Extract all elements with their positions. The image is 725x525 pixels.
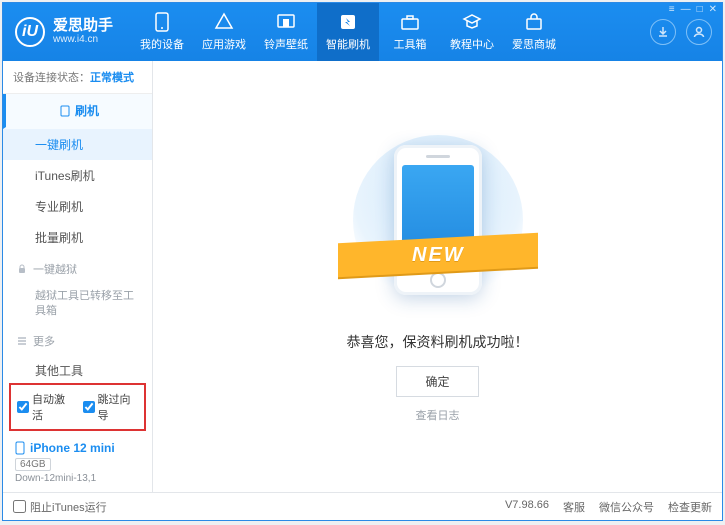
tutorial-icon xyxy=(462,12,482,32)
checkbox-block-itunes[interactable]: 阻止iTunes运行 xyxy=(13,499,107,515)
support-link[interactable]: 客服 xyxy=(563,499,585,515)
close-control[interactable]: ✕ xyxy=(709,4,717,15)
nav-store[interactable]: 爱思商城 xyxy=(503,3,565,61)
nav-my-device[interactable]: 我的设备 xyxy=(131,3,193,61)
menu-batch-flash[interactable]: 批量刷机 xyxy=(3,222,152,253)
success-message: 恭喜您，保资料刷机成功啦！ xyxy=(347,332,529,352)
nav-label: 我的设备 xyxy=(140,36,184,52)
logo-icon: iU xyxy=(15,17,45,47)
nav-label: 应用游戏 xyxy=(202,36,246,52)
app-site: www.i4.cn xyxy=(53,34,113,46)
confirm-button[interactable]: 确定 xyxy=(396,366,478,397)
phone-icon xyxy=(152,12,172,32)
nav-label: 智能刷机 xyxy=(326,36,370,52)
app-logo: iU 爱思助手 www.i4.cn xyxy=(3,17,123,47)
connection-mode: 正常模式 xyxy=(90,72,134,84)
list-icon xyxy=(17,336,27,346)
device-phone-icon xyxy=(15,441,25,455)
user-button[interactable] xyxy=(686,19,712,45)
auto-activate-input[interactable] xyxy=(17,401,29,413)
app-name: 爱思助手 xyxy=(53,18,113,34)
main-content: NEW 恭喜您，保资料刷机成功啦！ 确定 查看日志 xyxy=(153,61,722,492)
nav-label: 爱思商城 xyxy=(512,36,556,52)
wallpaper-icon xyxy=(276,12,296,32)
apps-icon xyxy=(214,12,234,32)
nav-toolbox[interactable]: 工具箱 xyxy=(379,3,441,61)
menu-group-jailbreak: 一键越狱 xyxy=(3,253,152,283)
window-controls: ≡ — □ ✕ xyxy=(669,4,717,15)
menu-group-more: 更多 xyxy=(3,325,152,355)
menu-control[interactable]: ≡ xyxy=(669,4,675,15)
check-update-link[interactable]: 检查更新 xyxy=(668,499,712,515)
checkbox-auto-activate[interactable]: 自动激活 xyxy=(17,391,73,423)
nav-flash[interactable]: 智能刷机 xyxy=(317,3,379,61)
maximize-control[interactable]: □ xyxy=(697,4,703,15)
view-log-link[interactable]: 查看日志 xyxy=(416,407,460,423)
nav-tutorial[interactable]: 教程中心 xyxy=(441,3,503,61)
nav-apps[interactable]: 应用游戏 xyxy=(193,3,255,61)
device-name: iPhone 12 mini xyxy=(30,441,115,455)
device-sub: Down-12mini-13,1 xyxy=(15,473,142,484)
minimize-control[interactable]: — xyxy=(681,4,691,15)
nav-label: 铃声壁纸 xyxy=(264,36,308,52)
main-nav: 我的设备 应用游戏 铃声壁纸 智能刷机 工具箱 教程中心 xyxy=(131,3,565,61)
nav-label: 工具箱 xyxy=(394,36,427,52)
menu-one-click-flash[interactable]: 一键刷机 xyxy=(3,129,152,160)
phone-small-icon xyxy=(59,105,71,117)
device-panel[interactable]: iPhone 12 mini 64GB Down-12mini-13,1 xyxy=(3,435,152,492)
sidebar-tab-flash[interactable]: 刷机 xyxy=(3,94,152,129)
menu-pro-flash[interactable]: 专业刷机 xyxy=(3,191,152,222)
version-label: V7.98.66 xyxy=(505,499,549,515)
sidebar: 设备连接状态：正常模式 刷机 一键刷机 iTunes刷机 专业刷机 批量刷机 一… xyxy=(3,61,153,492)
jailbreak-note: 越狱工具已转移至工具箱 xyxy=(3,283,152,325)
connection-status: 设备连接状态：正常模式 xyxy=(3,61,152,94)
toolbox-icon xyxy=(400,12,420,32)
skip-guide-input[interactable] xyxy=(83,401,95,413)
wechat-link[interactable]: 微信公众号 xyxy=(599,499,654,515)
titlebar: iU 爱思助手 www.i4.cn 我的设备 应用游戏 铃声壁纸 智能刷机 xyxy=(3,3,722,61)
nav-label: 教程中心 xyxy=(450,36,494,52)
store-icon xyxy=(524,12,544,32)
download-button[interactable] xyxy=(650,19,676,45)
menu-itunes-flash[interactable]: iTunes刷机 xyxy=(3,160,152,191)
nav-wallpaper[interactable]: 铃声壁纸 xyxy=(255,3,317,61)
device-capacity: 64GB xyxy=(15,458,51,471)
sidebar-menu: 一键刷机 iTunes刷机 专业刷机 批量刷机 一键越狱 越狱工具已转移至工具箱… xyxy=(3,129,152,379)
options-highlight-box: 自动激活 跳过向导 xyxy=(9,383,146,431)
success-illustration: NEW xyxy=(368,130,508,310)
menu-other-tools[interactable]: 其他工具 xyxy=(3,355,152,379)
lock-icon xyxy=(17,264,27,274)
checkbox-skip-guide[interactable]: 跳过向导 xyxy=(83,391,139,423)
block-itunes-input[interactable] xyxy=(13,500,26,513)
flash-icon xyxy=(338,12,358,32)
status-bar: 阻止iTunes运行 V7.98.66 客服 微信公众号 检查更新 xyxy=(3,492,722,520)
